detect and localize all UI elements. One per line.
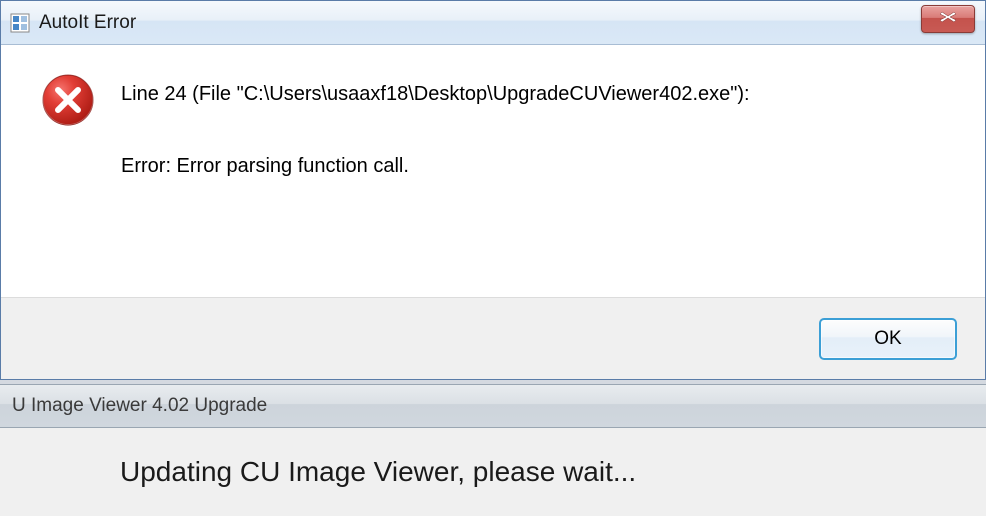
background-upgrade-window: U Image Viewer 4.02 Upgrade Updating CU … [0, 384, 986, 516]
error-message-area: Line 24 (File "C:\Users\usaaxf18\Desktop… [121, 73, 961, 178]
error-dialog-body: Line 24 (File "C:\Users\usaaxf18\Desktop… [1, 45, 985, 297]
ok-button-label: OK [874, 328, 901, 350]
close-button[interactable] [921, 5, 975, 33]
background-titlebar: U Image Viewer 4.02 Upgrade [0, 384, 986, 428]
close-icon [939, 10, 957, 28]
error-button-area: OK [1, 297, 985, 379]
app-icon [9, 12, 31, 34]
error-window-title: AutoIt Error [39, 12, 977, 34]
ok-button[interactable]: OK [819, 318, 957, 360]
error-message-line1: Line 24 (File "C:\Users\usaaxf18\Desktop… [121, 81, 961, 107]
error-message-line2: Error: Error parsing function call. [121, 155, 961, 178]
error-icon [41, 73, 95, 127]
error-dialog-window: AutoIt Error [0, 0, 986, 380]
background-window-body: Updating CU Image Viewer, please wait... [0, 428, 986, 516]
background-status-message: Updating CU Image Viewer, please wait... [120, 456, 636, 488]
error-titlebar[interactable]: AutoIt Error [1, 1, 985, 45]
background-window-title: U Image Viewer 4.02 Upgrade [12, 395, 267, 417]
